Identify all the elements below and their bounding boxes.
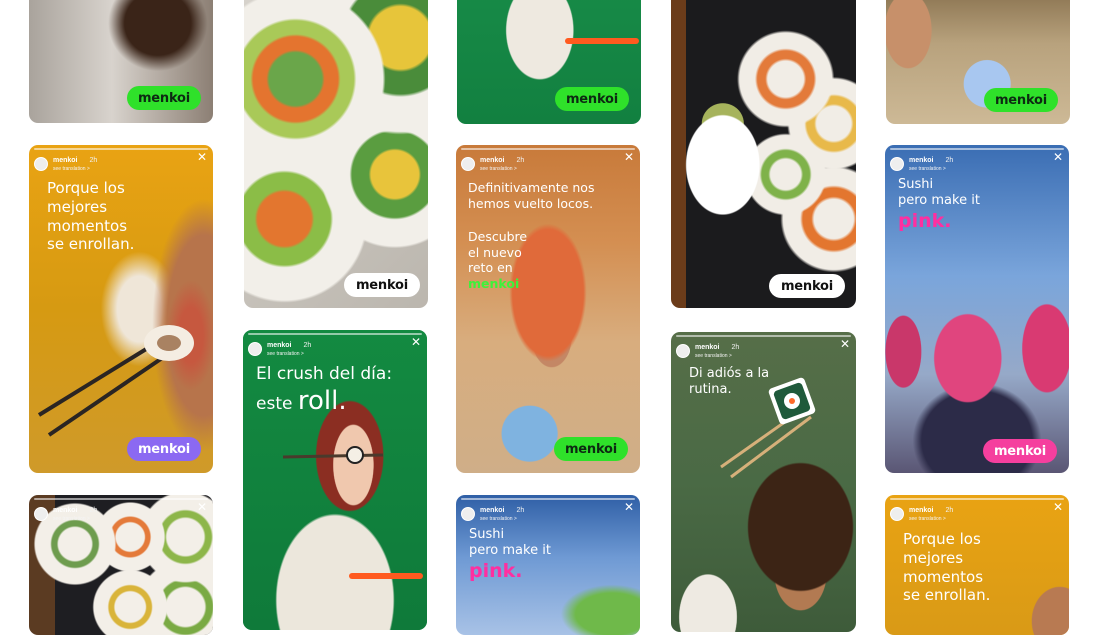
story-header: menkoi 2h see translation > — [890, 153, 953, 174]
avatar — [461, 156, 475, 171]
story-caption-top: Definitivamente nos hemos vuelto locos. — [468, 180, 595, 211]
post-time: 2h — [945, 507, 954, 514]
orange-plate — [349, 573, 423, 579]
story-card-descubre[interactable]: menkoi 2h see translation > ✕ Definitivam… — [456, 145, 640, 473]
story-caption: Di adiós a la rutina. — [689, 366, 770, 398]
menkoi-logo: menkoi — [555, 87, 629, 111]
story-card-sushi-tray[interactable]: menkoi — [671, 0, 856, 308]
see-translation-link[interactable]: see translation > — [909, 165, 953, 174]
avatar — [34, 156, 48, 171]
chopsticks-illustration — [282, 446, 384, 464]
username: menkoi — [909, 507, 934, 514]
story-card-sushi-pink[interactable]: menkoi 2h see translation > ✕ Sushi pero … — [885, 145, 1069, 473]
close-icon[interactable]: ✕ — [411, 336, 421, 348]
story-progress-bar — [890, 148, 1064, 150]
see-translation-link[interactable]: see translation > — [909, 515, 953, 524]
username: menkoi — [480, 157, 505, 164]
story-progress-bar — [461, 148, 635, 150]
story-header: menkoi 2h see translation > — [248, 338, 311, 359]
username: menkoi — [480, 507, 505, 514]
story-card-c5-top[interactable]: menkoi — [886, 0, 1070, 124]
story-card-adios[interactable]: menkoi 2h see translation > ✕ Di adiós a … — [671, 332, 856, 632]
story-progress-bar — [890, 498, 1064, 500]
username: menkoi — [53, 507, 78, 514]
see-translation-link[interactable]: see translation > — [695, 352, 739, 361]
story-header: menkoi 2h see translation > — [34, 503, 97, 524]
story-header: menkoi 2h see translation > — [890, 503, 953, 524]
close-icon[interactable]: ✕ — [197, 501, 207, 513]
chopsticks-illustration — [37, 325, 194, 437]
story-progress-bar — [676, 335, 851, 337]
username: menkoi — [267, 342, 292, 349]
menkoi-logo: menkoi — [554, 437, 628, 461]
close-icon[interactable]: ✕ — [1053, 501, 1063, 513]
see-translation-link[interactable]: see translation > — [267, 350, 311, 359]
see-translation-link[interactable]: see translation > — [53, 515, 97, 524]
story-card-c3-top[interactable]: menkoi — [457, 0, 641, 124]
story-card-c1-top[interactable]: menkoi — [29, 0, 213, 123]
story-caption-bottom: Descubre el nuevo reto en menkoi — [468, 229, 528, 291]
post-time: 2h — [731, 344, 740, 351]
avatar — [890, 506, 904, 521]
close-icon[interactable]: ✕ — [197, 151, 207, 163]
story-header: menkoi 2h see translation > — [34, 153, 97, 174]
story-caption: El crush del día: este roll. — [256, 364, 393, 417]
close-icon[interactable]: ✕ — [840, 338, 850, 350]
menkoi-logo: menkoi — [344, 273, 420, 297]
avatar — [34, 506, 48, 521]
story-header: menkoi 2h see translation > — [461, 153, 524, 174]
sushi-tray-photo — [671, 0, 856, 308]
sushi-rolls-photo — [244, 0, 428, 308]
close-icon[interactable]: ✕ — [624, 501, 634, 513]
menkoi-logo: menkoi — [127, 86, 201, 110]
orange-plate — [565, 38, 639, 44]
menkoi-logo: menkoi — [127, 437, 201, 461]
see-translation-link[interactable]: see translation > — [480, 165, 524, 174]
username: menkoi — [909, 157, 934, 164]
username: menkoi — [53, 157, 78, 164]
story-card-porque-bottom[interactable]: menkoi 2h see translation > ✕ Porque los … — [885, 495, 1069, 635]
story-card-porque[interactable]: menkoi 2h see translation > ✕ Porque los … — [29, 145, 213, 473]
menkoi-logo: menkoi — [769, 274, 845, 298]
story-progress-bar — [34, 148, 208, 150]
story-caption: Sushi pero make it pink. — [898, 177, 980, 232]
story-header: menkoi 2h see translation > — [461, 503, 524, 524]
menkoi-logo: menkoi — [983, 439, 1057, 463]
see-translation-link[interactable]: see translation > — [480, 515, 524, 524]
story-header: menkoi 2h see translation > — [676, 340, 739, 361]
avatar — [890, 156, 904, 171]
story-caption: Sushi pero make it pink. — [469, 527, 551, 582]
story-card-sushi-rolls[interactable]: menkoi — [244, 0, 428, 308]
story-caption: Porque los mejores momentos se enrollan. — [47, 179, 135, 254]
post-time: 2h — [516, 507, 525, 514]
close-icon[interactable]: ✕ — [1053, 151, 1063, 163]
avatar — [248, 341, 262, 356]
close-icon[interactable]: ✕ — [624, 151, 634, 163]
story-card-sushi-top[interactable]: menkoi 2h see translation > ✕ — [29, 495, 213, 635]
story-progress-bar — [34, 498, 208, 500]
story-card-crush[interactable]: menkoi 2h see translation > ✕ El crush de… — [243, 330, 427, 630]
username: menkoi — [695, 344, 720, 351]
story-card-sushi-pink-bottom[interactable]: menkoi 2h see translation > ✕ Sushi pero … — [456, 495, 640, 635]
story-caption: Porque los mejores momentos se enrollan. — [903, 530, 991, 605]
avatar — [461, 506, 475, 521]
avatar — [676, 343, 690, 358]
see-translation-link[interactable]: see translation > — [53, 165, 97, 174]
post-time: 2h — [303, 342, 312, 349]
post-time: 2h — [89, 157, 98, 164]
post-time: 2h — [945, 157, 954, 164]
post-time: 2h — [89, 507, 98, 514]
story-progress-bar — [248, 333, 422, 335]
story-progress-bar — [461, 498, 635, 500]
menkoi-logo: menkoi — [984, 88, 1058, 112]
post-time: 2h — [516, 157, 525, 164]
